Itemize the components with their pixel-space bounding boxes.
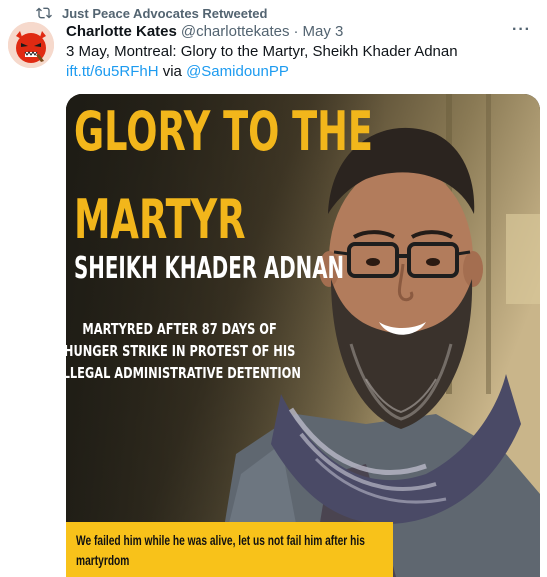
author-handle[interactable]: @charlottekates [181, 23, 290, 40]
tweet-header: Charlotte Kates @charlottekates · May 3 … [66, 21, 537, 41]
avatar[interactable] [8, 22, 54, 68]
tweet-text: 3 May, Montreal: Glory to the Martyr, Sh… [66, 42, 536, 82]
tweet-link[interactable]: ift.tt/6u5RFhH [66, 63, 159, 80]
tweet-date[interactable]: May 3 [302, 23, 343, 40]
poster-banner-text: We failed him while he was alive, let us… [76, 532, 365, 568]
tweet-media-image[interactable]: GLORY TO THE MARTYR SHEIKH KHADER ADNAN … [66, 94, 540, 577]
separator-dot: · [293, 22, 299, 40]
retweet-context[interactable]: Just Peace Advocates Retweeted [36, 4, 268, 22]
poster-subtext: MARTYRED AFTER 87 DAYS OF HUNGER STRIKE … [66, 320, 301, 382]
poster-name: SHEIKH KHADER ADNAN [74, 251, 345, 286]
poster-headline-line1: GLORY TO THE [74, 100, 373, 163]
retweet-icon [36, 7, 52, 19]
tweet-body: 3 May, Montreal: Glory to the Martyr, Sh… [66, 43, 458, 60]
retweet-label: Just Peace Advocates Retweeted [62, 5, 268, 21]
via-text: via [162, 63, 182, 80]
author-name[interactable]: Charlotte Kates [66, 23, 177, 40]
more-icon[interactable]: ··· [512, 21, 531, 39]
mention-link[interactable]: @SamidounPP [186, 63, 289, 80]
avatar-image [8, 22, 54, 68]
poster-headline-line2: MARTYR [74, 188, 246, 251]
poster-banner: We failed him while he was alive, let us… [66, 522, 393, 577]
